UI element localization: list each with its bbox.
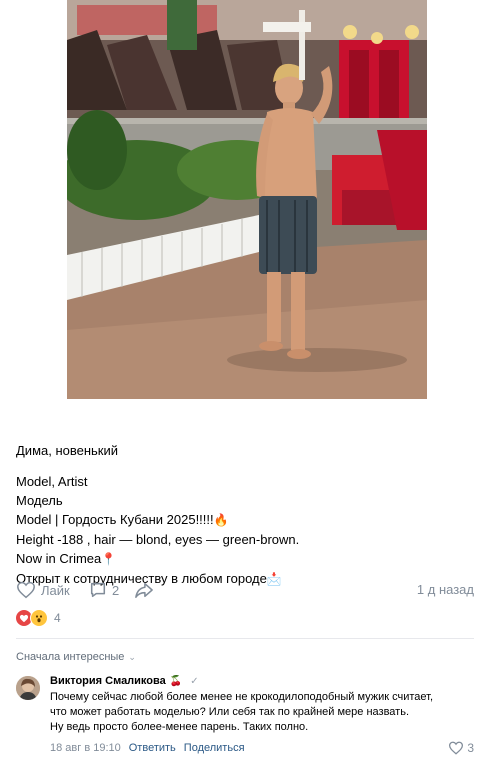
cherry-emoji: 🍒 (169, 675, 183, 687)
chevron-down-icon: ⌄ (128, 651, 136, 662)
heart-outline-icon (17, 581, 35, 599)
share-link[interactable]: Поделиться (184, 742, 245, 754)
like-button[interactable]: Лайк (16, 579, 70, 601)
comments-sort-dropdown[interactable]: Сначала интересные ⌄ (16, 651, 136, 663)
comment-date[interactable]: 18 авг в 19:10 (50, 742, 121, 754)
comment-icon (90, 582, 106, 598)
share-icon (135, 582, 153, 598)
post-line-2: Модель (16, 493, 63, 508)
share-button[interactable] (134, 579, 159, 601)
post-line-1: Model, Artist (16, 474, 88, 489)
pin-emoji: 📍 (101, 552, 117, 566)
comment-like-count: 3 (467, 741, 474, 755)
fire-emoji: 🔥 (213, 513, 229, 527)
check-icon: ✓ (190, 675, 199, 687)
reactions-summary[interactable]: 4 (15, 609, 61, 627)
comment-like-button[interactable]: 3 (448, 741, 474, 755)
post-line-3-text: Model | Гордость Кубани 2025!!!!! (16, 512, 214, 527)
post-photo[interactable] (67, 0, 427, 399)
divider (16, 638, 474, 639)
post-line-5-text: Now in Crimea (16, 551, 102, 566)
reactions-count: 4 (54, 611, 61, 625)
comments-button[interactable]: 2 (89, 579, 119, 601)
wow-reaction-icon (30, 609, 48, 627)
comment-text: Почему сейчас любой более менее не кроко… (50, 690, 480, 735)
post-line-5: Now in Crimea📍 (16, 549, 471, 569)
comment-line-1: Почему сейчас любой более менее не кроко… (50, 691, 434, 703)
post-actions: Лайк 2 1 д назад (16, 579, 474, 601)
photo-illustration (67, 0, 427, 399)
comment-author-name[interactable]: Виктория Смаликова (50, 675, 166, 687)
post-text: Дима, новенький Model, Artist Модель Mod… (16, 441, 471, 589)
like-label: Лайк (41, 582, 70, 598)
heart-outline-icon (449, 741, 464, 755)
comments-sort-label: Сначала интересные (16, 651, 125, 663)
post-line-3: Model | Гордость Кубани 2025!!!!!🔥 (16, 510, 471, 530)
comment-line-2: что может работать моделью? Или себя так… (50, 706, 410, 718)
comments-count: 2 (112, 582, 120, 598)
post-author-line: Дима, новенький (16, 443, 119, 458)
post-line-4: Height -188 , hair — blond, eyes — green… (16, 532, 300, 547)
comment-line-3: Ну ведь просто более-менее парень. Таких… (50, 721, 309, 733)
comment-avatar[interactable] (16, 676, 40, 700)
post-time[interactable]: 1 д назад (417, 582, 474, 597)
comment-meta: 18 авг в 19:10 Ответить Поделиться (50, 742, 245, 754)
reply-link[interactable]: Ответить (129, 742, 176, 754)
comment-author[interactable]: Виктория Смаликова 🍒 ✓ (50, 675, 199, 687)
